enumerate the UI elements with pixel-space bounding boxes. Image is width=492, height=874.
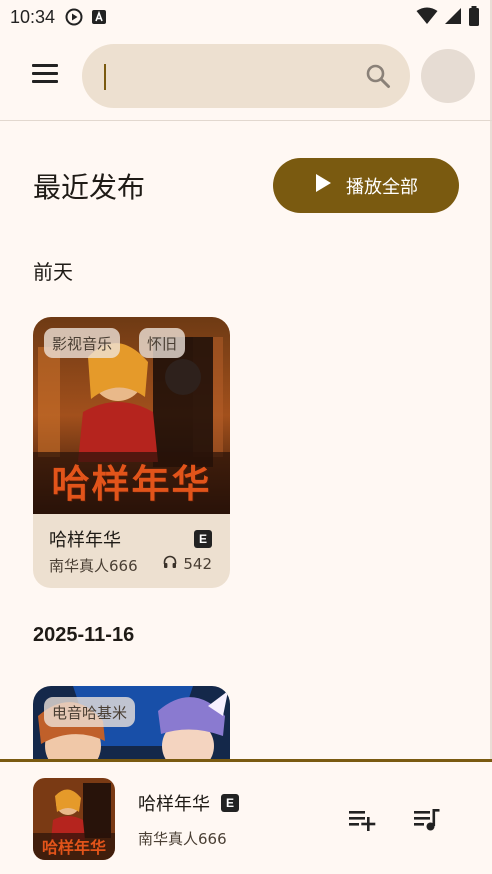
genre-tag[interactable]: 电音哈基米 [44,697,136,727]
play-icon [314,173,332,198]
search-bar[interactable] [82,44,410,108]
menu-icon[interactable] [32,64,66,92]
cover-title-text: 哈样年华 [41,838,106,857]
page-title: 最近发布 [33,171,146,204]
play-count: 542 [163,555,212,573]
track-info: 哈样年华 E 南华真人666 542 [33,514,230,588]
top-app-bar [0,40,492,114]
wifi-icon [416,7,438,30]
now-playing-artist: 南华真人666 [138,830,227,848]
battery-icon [468,6,480,31]
track-title: 哈样年华 [49,530,121,551]
now-playing-title: 哈样年华 [138,794,210,815]
search-input[interactable] [102,56,352,96]
track-card[interactable]: 哈样年华 影视音乐 怀旧 哈样年华 E 南华真人666 542 [33,317,230,588]
explicit-badge: E [221,794,239,812]
track-artist: 南华真人666 [49,557,138,575]
app-notification-icon [91,9,107,25]
search-icon[interactable] [364,62,392,90]
play-all-button[interactable]: 播放全部 [273,158,459,213]
avatar[interactable] [421,49,475,103]
explicit-badge: E [194,530,212,548]
cell-signal-icon [444,7,462,30]
media-play-icon [65,8,83,26]
cover-title-text: 哈样年华 [51,462,212,506]
genre-tag[interactable]: 影视音乐 [44,328,121,358]
date-group-label: 前天 [33,260,73,284]
headphones-icon [163,555,177,573]
header-divider [0,120,492,121]
track-cover: 哈样年华 影视音乐 怀旧 [33,317,230,514]
play-count-value: 542 [183,555,212,573]
mini-player[interactable]: 哈样年华 哈样年华 E 南华真人666 [0,759,492,874]
status-time: 10:34 [10,6,56,27]
now-playing-cover: 哈样年华 [33,778,115,860]
play-all-label: 播放全部 [346,176,418,198]
status-bar: 10:34 [0,0,492,34]
date-group-label: 2025-11-16 [33,624,135,646]
genre-tag[interactable]: 怀旧 [139,328,186,358]
add-to-queue-icon[interactable] [346,804,376,834]
queue-music-icon[interactable] [411,804,441,834]
